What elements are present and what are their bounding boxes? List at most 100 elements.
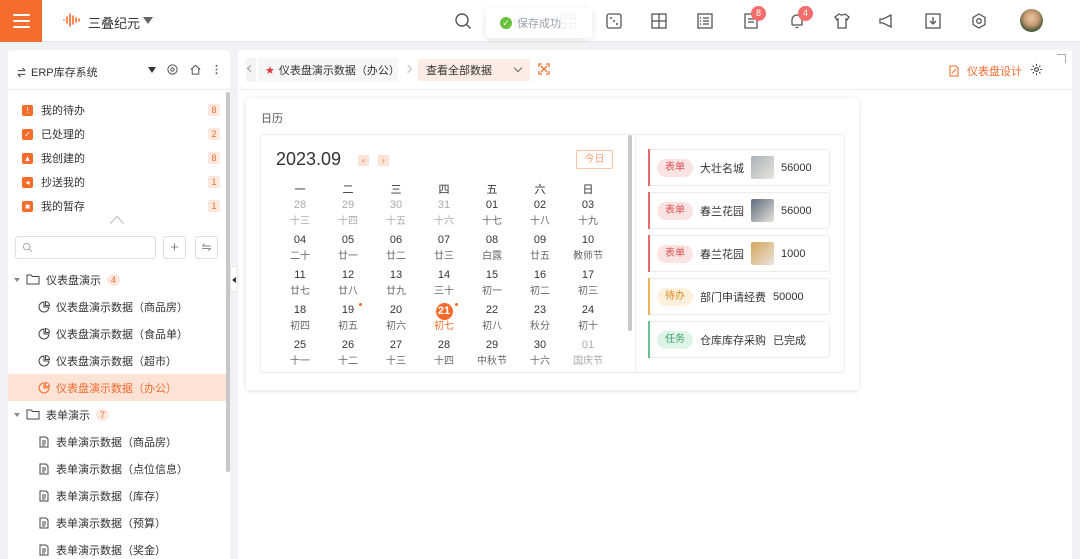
calendar-day[interactable]: 19 初五 xyxy=(324,303,372,338)
event-card[interactable]: 表单 春兰花园 1000 xyxy=(648,235,830,272)
calendar-day[interactable]: 22 初八 xyxy=(468,303,516,338)
todo-item-created[interactable]: ▲ 我创建的 8 xyxy=(8,146,230,170)
calendar-week-row: 18 初四 19 初五 20 初六 21 初七 22 初八 23 秋分 24 初十 xyxy=(276,303,612,338)
fullscreen-icon[interactable] xyxy=(538,63,550,75)
calendar-day[interactable]: 08 白露 xyxy=(468,233,516,268)
calendar-day[interactable]: 18 初四 xyxy=(276,303,324,338)
corner-resize-icon[interactable] xyxy=(1057,54,1066,63)
calendar-day[interactable]: 29 中秋节 xyxy=(468,338,516,373)
tree-item-dashboard-housing[interactable]: 仪表盘演示数据（商品房） xyxy=(8,293,230,320)
calendar-day[interactable]: 28 十三 xyxy=(276,198,324,233)
calendar-day[interactable]: 04 二十 xyxy=(276,233,324,268)
shirt-icon[interactable] xyxy=(832,11,852,31)
settings-icon[interactable] xyxy=(166,63,179,76)
tree-item-form-inventory[interactable]: 表单演示数据（库存） xyxy=(8,482,230,509)
calendar-day[interactable]: 20 初六 xyxy=(372,303,420,338)
settings-hex-icon[interactable] xyxy=(969,11,989,31)
layout-icon[interactable] xyxy=(649,11,669,31)
calendar-day[interactable]: 15 初一 xyxy=(468,268,516,303)
collapse-chevron-icon[interactable] xyxy=(109,215,125,231)
calendar-day[interactable]: 10 教师节 xyxy=(564,233,612,268)
next-month-button[interactable]: › xyxy=(378,155,389,166)
expand-arrow-icon[interactable] xyxy=(14,277,20,282)
todo-item-processed[interactable]: ✓ 已处理的 2 xyxy=(8,122,230,146)
calendar-scrollbar[interactable] xyxy=(628,135,632,331)
today-button[interactable]: 今日 xyxy=(576,150,613,169)
day-number-text: 28 xyxy=(437,339,451,351)
calendar-day[interactable]: 01 十七 xyxy=(468,198,516,233)
expand-arrow-icon[interactable] xyxy=(14,412,20,417)
calendar-day[interactable]: 13 廿九 xyxy=(372,268,420,303)
prev-month-button[interactable]: ‹ xyxy=(358,155,369,166)
tree-group-forms[interactable]: 表单演示 7 xyxy=(8,401,230,428)
todo-item-label: 我创建的 xyxy=(41,153,85,165)
system-dropdown-caret-icon[interactable] xyxy=(148,67,156,73)
dashboard-design-button[interactable]: 仪表盘设计 xyxy=(948,63,1022,79)
event-card[interactable]: 表单 春兰花园 56000 xyxy=(648,192,830,229)
day-number: 31 xyxy=(420,198,468,215)
calendar-day[interactable]: 11 廿七 xyxy=(276,268,324,303)
hamburger-menu-button[interactable] xyxy=(0,0,42,42)
tree-item-form-budget[interactable]: 表单演示数据（预算） xyxy=(8,509,230,536)
calendar-day[interactable]: 24 初十 xyxy=(564,303,612,338)
tree-item-dashboard-office[interactable]: 仪表盘演示数据（办公） xyxy=(8,374,230,401)
calendar-day[interactable]: 06 廿二 xyxy=(372,233,420,268)
add-button[interactable]: + xyxy=(163,236,186,259)
tab-scroll-left-button[interactable] xyxy=(246,58,256,82)
calendar-day[interactable]: 30 十六 xyxy=(516,338,564,373)
tree-item-dashboard-food[interactable]: 仪表盘演示数据（食品单） xyxy=(8,320,230,347)
calendar-day[interactable]: 26 十二 xyxy=(324,338,372,373)
event-card[interactable]: 待办 部门申请经费 50000 xyxy=(648,278,830,315)
event-card[interactable]: 表单 大壮名城 56000 xyxy=(648,149,830,186)
tree-group-dashboard[interactable]: 仪表盘演示 4 xyxy=(8,266,230,293)
calendar-day[interactable]: 29 十四 xyxy=(324,198,372,233)
calendar-day[interactable]: 17 初三 xyxy=(564,268,612,303)
day-number-text: 09 xyxy=(533,234,547,246)
calendar-day[interactable]: 02 十八 xyxy=(516,198,564,233)
calendar-day[interactable]: 01 国庆节 xyxy=(564,338,612,373)
calendar-day[interactable]: 28 十四 xyxy=(420,338,468,373)
sidebar-search-input[interactable] xyxy=(15,236,156,259)
favorite-star-icon[interactable]: ★ xyxy=(265,64,275,77)
todo-item-mine[interactable]: ! 我的待办 8 xyxy=(8,98,230,122)
tab-dashboard-office[interactable]: ★ 仪表盘演示数据（办公） xyxy=(258,58,400,82)
calendar-day[interactable]: 07 廿三 xyxy=(420,233,468,268)
weekday-label: 三 xyxy=(390,184,402,196)
calendar-day[interactable]: 27 十三 xyxy=(372,338,420,373)
megaphone-icon[interactable] xyxy=(877,11,897,31)
system-title: ERP库存系统 xyxy=(31,67,98,79)
tree-item-form-bonus[interactable]: 表单演示数据（奖金） xyxy=(8,536,230,559)
calendar-day[interactable]: 16 初二 xyxy=(516,268,564,303)
tree-item-form-locations[interactable]: 表单演示数据（点位信息） xyxy=(8,455,230,482)
calendar-day[interactable]: 25 十一 xyxy=(276,338,324,373)
calendar-day[interactable]: 09 廿五 xyxy=(516,233,564,268)
calendar-day[interactable]: 03 十九 xyxy=(564,198,612,233)
swap-button[interactable]: ⇋ xyxy=(195,236,218,259)
system-switcher[interactable]: ERP库存系统 xyxy=(16,64,98,80)
more-vertical-icon[interactable] xyxy=(210,63,223,76)
calendar-day[interactable]: 23 秋分 xyxy=(516,303,564,338)
calendar-day[interactable]: 30 十五 xyxy=(372,198,420,233)
todo-item-cc[interactable]: ◂ 抄送我的 1 xyxy=(8,170,230,194)
chevron-right-icon xyxy=(403,64,413,74)
calendar-day[interactable]: 05 廿一 xyxy=(324,233,372,268)
event-card[interactable]: 任务 仓库库存采购 已完成 xyxy=(648,321,830,358)
view-filter-select[interactable]: 查看全部数据 xyxy=(418,59,530,81)
download-icon[interactable] xyxy=(923,11,943,31)
calendar-day-today[interactable]: 21 初七 xyxy=(420,303,468,338)
calendar-day[interactable]: 12 廿八 xyxy=(324,268,372,303)
sidebar-collapse-handle[interactable] xyxy=(230,266,238,292)
search-icon[interactable] xyxy=(453,11,473,31)
calendar-day[interactable]: 31 十六 xyxy=(420,198,468,233)
todo-item-draft[interactable]: ■ 我的暂存 1 xyxy=(8,194,230,218)
home-icon[interactable] xyxy=(189,63,202,76)
list-check-icon[interactable] xyxy=(695,11,715,31)
tree-item-form-housing[interactable]: 表单演示数据（商品房） xyxy=(8,428,230,455)
calendar-day[interactable]: 14 三十 xyxy=(420,268,468,303)
user-avatar[interactable] xyxy=(1020,9,1043,32)
day-number: 22 xyxy=(468,303,516,320)
app-switch-caret-icon[interactable] xyxy=(143,17,153,24)
tree-item-dashboard-supermarket[interactable]: 仪表盘演示数据（超市） xyxy=(8,347,230,374)
gear-icon[interactable] xyxy=(1030,63,1043,76)
dice-icon[interactable] xyxy=(604,11,624,31)
